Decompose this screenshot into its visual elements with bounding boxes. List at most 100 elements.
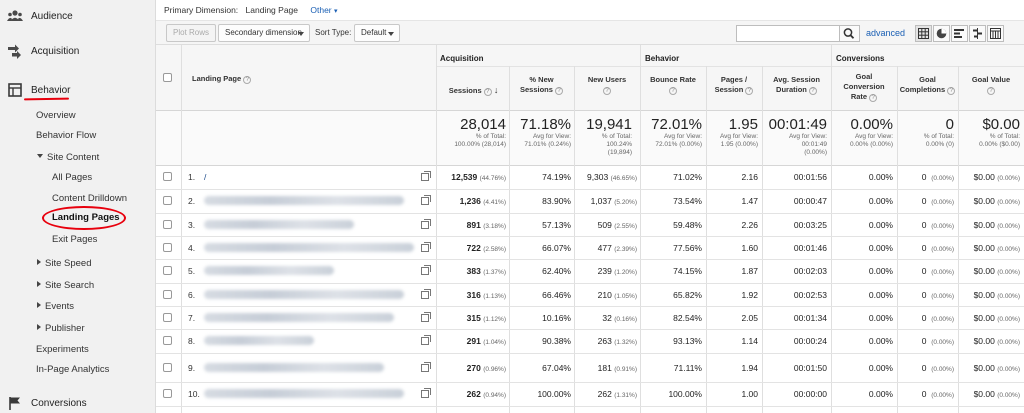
open-page-icon[interactable] (421, 218, 431, 229)
primary-dimension-other-label: Other (310, 5, 332, 15)
row-checkbox[interactable] (163, 389, 172, 398)
row-divider (156, 236, 1024, 237)
nav-site-content[interactable]: Site Content (37, 152, 99, 163)
cell-goal-completions-pct: (0.00%) (931, 175, 954, 182)
nav-site-search[interactable]: Site Search (37, 280, 94, 291)
nav-in-page-analytics[interactable]: In-Page Analytics (36, 364, 109, 375)
plot-rows-button[interactable]: Plot Rows (166, 24, 217, 42)
cell-goal-completions: 0 (0.00%) (897, 220, 954, 230)
help-icon[interactable]: ? (869, 94, 878, 102)
nav-publisher[interactable]: Publisher (37, 323, 85, 334)
cell-pages-session: 1.60 (741, 242, 758, 253)
col-pct-new-sessions-label-2: Sessions (519, 85, 553, 94)
col-goal-conversion-rate[interactable]: Goal Conversion Rate ? (831, 72, 897, 102)
col-goal-compl-label-1: Goal (919, 75, 936, 84)
open-page-icon[interactable] (421, 288, 431, 299)
primary-dimension-landing-page[interactable]: Landing Page (246, 5, 298, 15)
header-divider (156, 110, 1024, 111)
open-page-icon[interactable] (421, 335, 431, 345)
nav-content-drilldown[interactable]: Content Drilldown (52, 193, 127, 204)
help-icon[interactable]: ? (669, 87, 677, 95)
advanced-filter-link[interactable]: advanced (866, 24, 905, 42)
total-goal-value-caption: % of Total: (989, 133, 1020, 140)
col-goal-compl-label-2: Completions (899, 85, 946, 94)
open-page-icon[interactable] (421, 311, 431, 322)
open-page-icon[interactable] (421, 388, 431, 398)
col-goal-value[interactable]: Goal Value? (958, 75, 1024, 95)
col-sessions[interactable]: Sessions ? ↓ (438, 85, 509, 96)
nav-conversions[interactable]: Conversions (0, 392, 156, 413)
nav-experiments[interactable]: Experiments (36, 344, 89, 355)
performance-view-button[interactable] (951, 25, 968, 42)
open-page-icon[interactable] (421, 171, 431, 181)
primary-dimension-other[interactable]: Other ▾ (310, 5, 337, 15)
col-pct-new-sessions[interactable]: % New Sessions ? (509, 75, 574, 95)
row-checkbox[interactable] (163, 242, 172, 252)
total-goal-value-value: $0.00 (982, 116, 1020, 133)
search-button[interactable] (840, 25, 860, 42)
select-all-checkbox[interactable] (163, 73, 172, 82)
nav-overview[interactable]: Overview (36, 110, 76, 121)
secondary-dimension-select[interactable]: Secondary dimension (218, 24, 310, 42)
comparison-view-button[interactable] (969, 25, 986, 42)
cell-sessions-pct: (3.18%) (483, 222, 506, 230)
col-new-users[interactable]: New Users? (574, 75, 640, 95)
row-checkbox[interactable] (163, 266, 172, 275)
data-table-view-button[interactable] (915, 25, 932, 42)
row-divider (156, 382, 1024, 383)
cell-goal-value: $0.00 (0.00%) (958, 290, 1020, 300)
cell-goal-value-pct: (0.00%) (997, 392, 1020, 399)
cell-new-users-pct: (1.05%) (614, 292, 637, 300)
nav-events[interactable]: Events (37, 301, 74, 312)
total-goal-value-detail: 0.00% ($0.00) (979, 141, 1020, 148)
row-checkbox[interactable] (163, 196, 172, 205)
landing-page-header[interactable]: Landing Page ? (192, 74, 252, 84)
nav-behavior-flow[interactable]: Behavior Flow (36, 130, 96, 141)
open-page-icon[interactable] (421, 195, 431, 205)
nav-conversions-label: Conversions (31, 397, 87, 409)
nav-exit-pages[interactable]: Exit Pages (52, 234, 97, 245)
cell-goal-value-value: $0.00 (973, 219, 995, 230)
help-icon[interactable]: ? (745, 87, 754, 95)
total-new-users-detail-2: (19,894) (607, 149, 632, 156)
help-icon[interactable]: ? (987, 87, 995, 95)
help-icon[interactable]: ? (243, 76, 252, 84)
row-checkbox[interactable] (163, 312, 172, 322)
cell-bounce-rate: 71.02% (673, 172, 702, 182)
landing-page-link[interactable]: / (204, 172, 206, 182)
cell-sessions: 291 (1.04%) (438, 336, 506, 346)
percentage-view-button[interactable] (933, 25, 950, 42)
nav-audience[interactable]: Audience (0, 5, 156, 27)
cell-goal-value: $0.00 (0.00%) (958, 220, 1020, 230)
col-bounce-rate[interactable]: Bounce Rate? (640, 75, 706, 95)
help-icon[interactable]: ? (603, 87, 611, 95)
row-checkbox[interactable] (163, 289, 172, 299)
row-checkbox[interactable] (163, 172, 172, 181)
open-page-icon[interactable] (421, 361, 431, 372)
cell-goal-completions-value: 0 (921, 219, 927, 230)
pivot-view-button[interactable] (987, 25, 1004, 42)
cell-goal-value-value: $0.00 (973, 389, 995, 399)
cell-goal-value-value: $0.00 (973, 362, 995, 373)
open-page-icon[interactable] (421, 265, 431, 275)
row-checkbox[interactable] (163, 336, 172, 345)
nav-acquisition[interactable]: Acquisition (0, 40, 156, 62)
row-divider (156, 329, 1024, 330)
cell-goal-conversion-rate: 0.00% (868, 242, 893, 253)
open-page-icon[interactable] (421, 241, 431, 252)
col-pages-session[interactable]: Pages / Session ? (706, 75, 762, 95)
col-avg-session-duration[interactable]: Avg. Session Duration ? (762, 75, 831, 95)
cell-pages-session: 1.14 (741, 336, 758, 346)
table-search-input[interactable] (736, 25, 840, 42)
col-goal-completions[interactable]: Goal Completions ? (897, 75, 958, 95)
row-checkbox[interactable] (163, 362, 172, 372)
row-checkbox[interactable] (163, 219, 172, 229)
nav-all-pages[interactable]: All Pages (52, 172, 92, 183)
sort-type-select[interactable]: Default (354, 24, 400, 42)
help-icon[interactable]: ? (947, 87, 956, 95)
help-icon[interactable]: ? (555, 87, 564, 95)
nav-site-speed[interactable]: Site Speed (37, 258, 91, 269)
cell-bounce-rate: 59.48% (673, 219, 702, 230)
help-icon[interactable]: ? (483, 88, 492, 96)
help-icon[interactable]: ? (808, 87, 817, 95)
